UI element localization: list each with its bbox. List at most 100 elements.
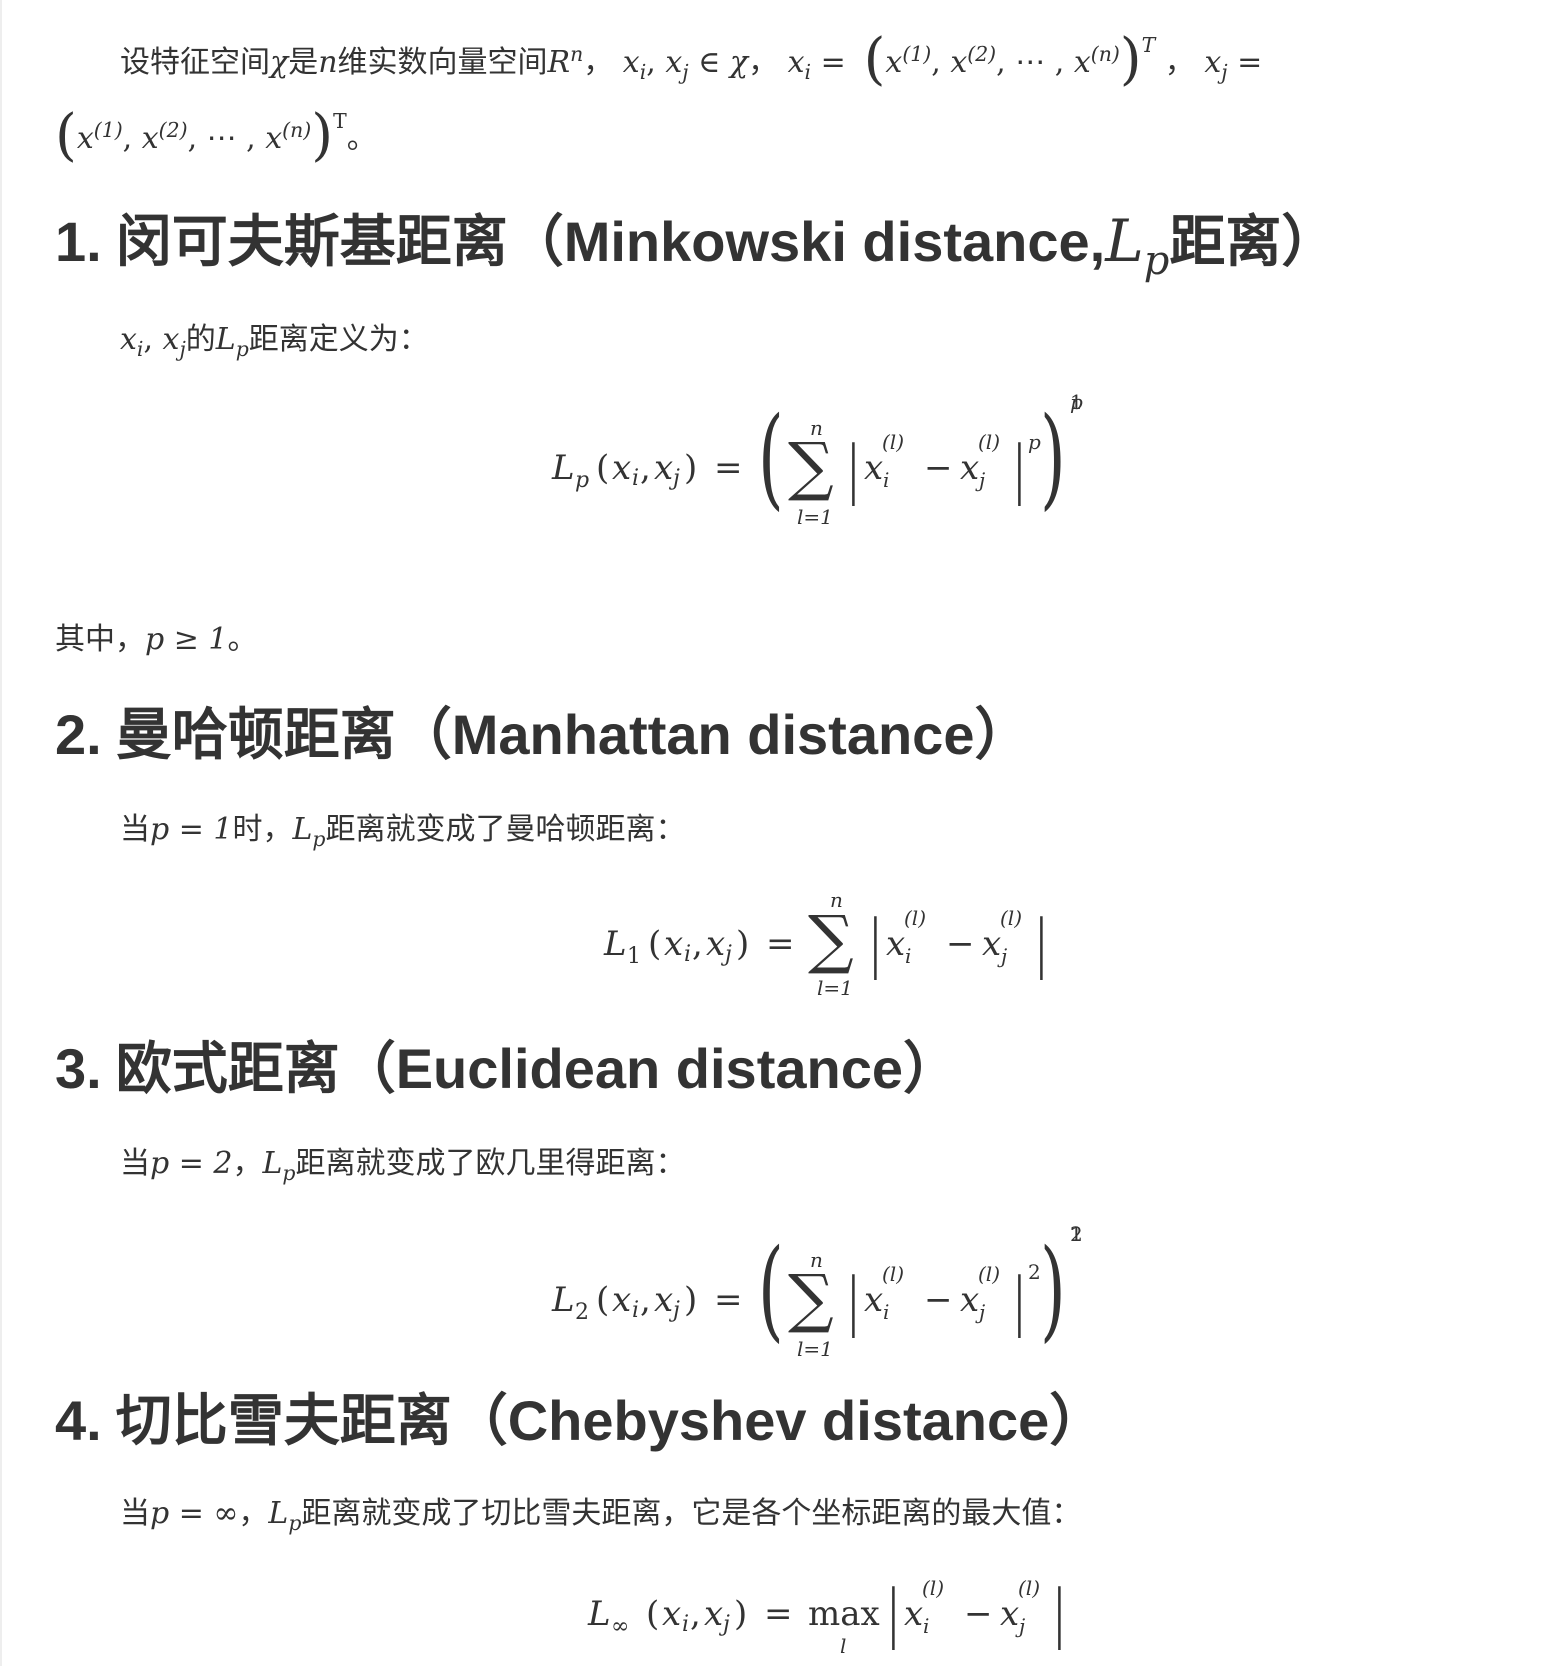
sub-j: j <box>1001 944 1008 968</box>
sub-i: i <box>905 944 912 968</box>
sub-i: i <box>883 1300 890 1324</box>
component-n: (n) <box>1090 41 1120 66</box>
intro-math: p = 2 <box>150 1146 233 1181</box>
manhattan-intro: 当p = 1时，Lp距离就变成了曼哈顿距离： <box>120 808 685 854</box>
minus: − <box>924 448 953 488</box>
var-x: x <box>1073 45 1091 80</box>
var-x: x <box>704 1594 724 1634</box>
component-2: (2) <box>967 41 997 66</box>
var-x: x <box>706 924 726 964</box>
punctuation: ， <box>583 45 614 80</box>
intro-line-1: 设特征空间χ是n维实数向量空间Rn， xi, xj ∈ χ， xi = (x(1… <box>120 27 1263 92</box>
sub-j: j <box>673 466 680 491</box>
sigma-symbol: ∑ <box>788 1262 834 1336</box>
intro-text: 维实数向量空间 <box>337 45 548 80</box>
component-1: (1) <box>93 117 123 142</box>
minus: − <box>924 1280 953 1320</box>
var-x: x <box>612 1280 632 1320</box>
var-x: x <box>162 322 180 357</box>
section-title-math: L <box>1105 207 1144 275</box>
var-x: x <box>654 1280 674 1320</box>
var-x: x <box>960 1280 980 1320</box>
equation-manhattan: L 1 ( x i , x j ) = n ∑ l=1 | x (l) i − … <box>604 888 1047 1000</box>
sub-p: p <box>575 468 590 493</box>
sub-j: j <box>979 468 986 492</box>
var-x: x <box>1000 1594 1020 1634</box>
equals: = <box>820 45 846 80</box>
section-title: 切比雪夫距离（Chebyshev distance） <box>115 1389 1106 1452</box>
sum-lower-limit: l=1 <box>797 1337 833 1361</box>
intro-text: 的 <box>185 322 216 357</box>
section-heading-minkowski: 1. 闵可夫斯基距离（Minkowski distance,Lp距离） <box>55 206 1337 284</box>
intro-text: 当 <box>120 812 150 847</box>
punctuation: 。 <box>346 121 377 156</box>
var-x: x <box>960 448 980 488</box>
var-L: L <box>588 1594 611 1634</box>
sigma-symbol: ∑ <box>788 430 834 504</box>
section-heading-euclidean: 3. 欧式距离（Euclidean distance） <box>55 1034 959 1104</box>
chebyshev-intro: 当p = ∞，Lp距离就变成了切比雪夫距离，它是各个坐标距离的最大值： <box>120 1492 1081 1538</box>
var-L: L <box>292 812 313 847</box>
intro-math: p = 1 <box>150 812 233 847</box>
sub-2: 2 <box>575 1300 589 1325</box>
equals: = <box>1237 45 1263 80</box>
sub-1: 1 <box>627 944 641 969</box>
section-number: 1. <box>55 210 102 273</box>
intro-text: 距离就变成了欧几里得距离： <box>295 1146 686 1181</box>
equals: = <box>764 1594 793 1634</box>
var-x: x <box>622 45 640 80</box>
intro-text: 是 <box>288 45 319 80</box>
document-page: 设特征空间χ是n维实数向量空间Rn， xi, xj ∈ χ， xi = (x(1… <box>0 0 1552 1666</box>
euclidean-intro: 当p = 2，Lp距离就变成了欧几里得距离： <box>120 1142 685 1188</box>
sub-i: i <box>883 468 890 492</box>
sup-l: (l) <box>1000 906 1023 930</box>
intro-text: 当 <box>120 1146 150 1181</box>
sup-l: (l) <box>922 1576 945 1600</box>
denominator: 2 <box>1070 1222 1083 1246</box>
max-subscript: l <box>840 1634 847 1658</box>
max-operator: max <box>808 1594 880 1634</box>
sub-p: p <box>288 1510 302 1535</box>
sub-i: i <box>632 466 640 491</box>
intro-text: 时， <box>232 812 293 847</box>
sub-i: i <box>923 1614 930 1638</box>
sub-j: j <box>673 1298 680 1323</box>
var-x: x <box>1204 45 1222 80</box>
var-x: x <box>864 448 884 488</box>
ellipsis: ⋯ <box>1015 45 1046 80</box>
component-n: (n) <box>282 117 312 142</box>
exponent-2: 2 <box>1028 1260 1041 1284</box>
section-title-math-sub: p <box>1143 237 1170 284</box>
note-text: 。 <box>227 622 258 657</box>
section-number: 4. <box>55 1389 102 1452</box>
sigma-symbol: ∑ <box>808 903 854 977</box>
intro-text: 设特征空间 <box>120 45 270 80</box>
component-2: (2) <box>158 117 188 142</box>
minkowski-intro: xi, xj的Lp距离定义为： <box>120 322 429 361</box>
denominator: p <box>1070 390 1083 414</box>
var-L: L <box>268 1496 289 1531</box>
minus: − <box>946 924 975 964</box>
var-x: x <box>664 924 684 964</box>
sup-l: (l) <box>904 906 927 930</box>
equals: = <box>766 924 795 964</box>
var-L: L <box>262 1146 283 1181</box>
var-x: x <box>141 121 159 156</box>
sub-j: j <box>725 942 732 967</box>
var-x: x <box>654 448 674 488</box>
dimension-symbol: n <box>318 45 338 80</box>
component-1: (1) <box>902 41 932 66</box>
sub-j: j <box>1019 1614 1026 1638</box>
var-L: L <box>552 1280 575 1320</box>
sub-p: p <box>312 826 326 851</box>
sum-lower-limit: l=1 <box>817 976 853 1000</box>
var-x: x <box>904 1594 924 1634</box>
section-heading-chebyshev: 4. 切比雪夫距离（Chebyshev distance） <box>55 1386 1105 1456</box>
var-x: x <box>665 45 683 80</box>
note-text: 其中， <box>55 622 145 657</box>
var-x: x <box>864 1280 884 1320</box>
equals: = <box>714 448 743 488</box>
var-L: L <box>604 924 627 964</box>
sup-l: (l) <box>978 430 1001 454</box>
note-math: p ≥ 1 <box>145 622 228 657</box>
